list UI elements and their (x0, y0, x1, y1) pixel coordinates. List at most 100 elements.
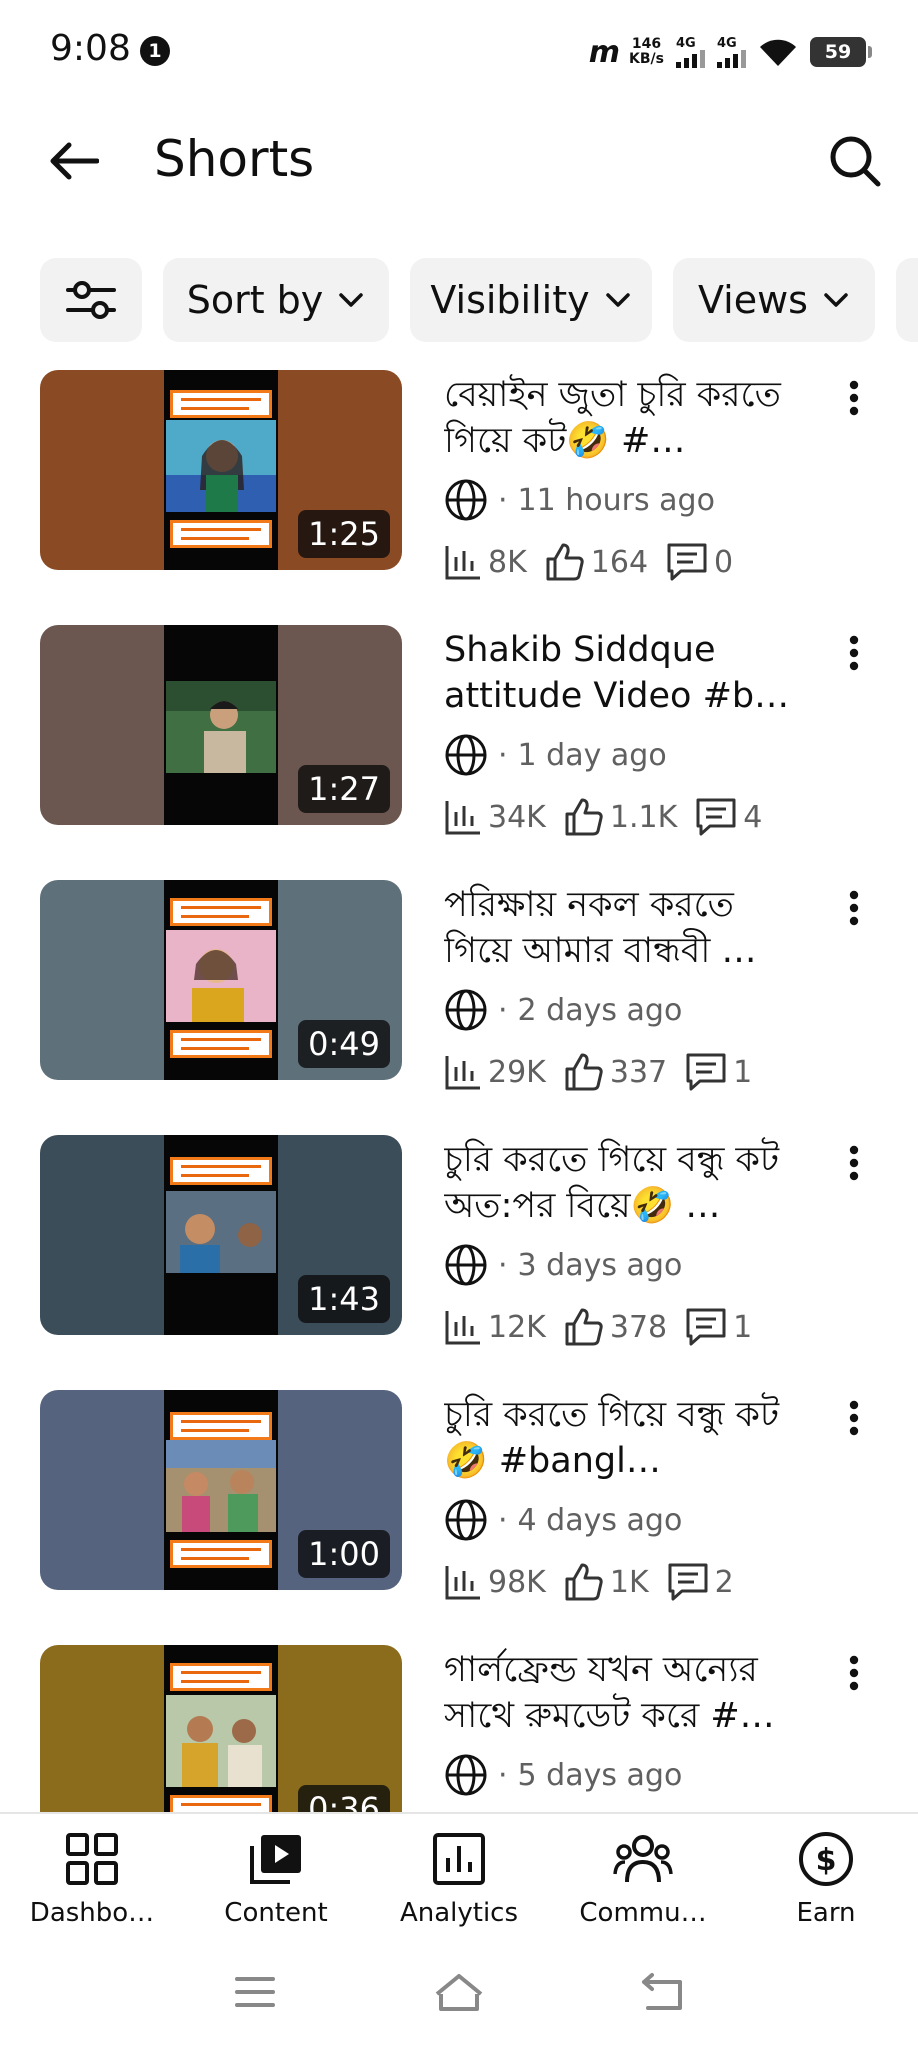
more-options-button[interactable] (834, 627, 874, 687)
video-meta: · 4 days ago (444, 1496, 682, 1544)
bar-chart-icon (445, 801, 480, 835)
search-button[interactable] (820, 126, 890, 196)
signal-type-label: 4G (717, 35, 737, 51)
likes-stat: 1K (564, 1562, 649, 1602)
network-operator-icon: m (588, 34, 620, 70)
video-age: 1 day ago (517, 737, 667, 773)
more-options-button[interactable] (834, 882, 874, 942)
nav-content[interactable]: Content (184, 1828, 368, 1938)
video-thumbnail[interactable]: 1:43 (40, 1135, 402, 1335)
system-back-button[interactable] (628, 1962, 698, 2022)
list-item[interactable]: 1:43 চুরি করতে গিয়ে বন্ধু কট অত:পর বিয়… (0, 1135, 918, 1390)
views-chip[interactable]: Views (673, 258, 875, 342)
video-title[interactable]: Shakib Siddque attitude Video #b… (444, 627, 790, 719)
views-count: 98K (488, 1564, 546, 1600)
nav-earn-label: Earn (796, 1898, 856, 1928)
video-title[interactable]: চুরি করতে গিয়ে বন্ধু কট 🤣 #bangl… (444, 1392, 790, 1484)
more-options-button[interactable] (834, 1392, 874, 1452)
more-filters-chip[interactable] (896, 258, 918, 342)
views-stat: 8K (444, 543, 527, 581)
globe-icon (445, 989, 487, 1031)
thumbs-up-icon (565, 1563, 603, 1601)
bottom-navigation: Dashbo… Content Analytics Commu… $ Earn (0, 1812, 918, 1942)
arrow-left-icon (50, 142, 99, 180)
video-meta: · 1 day ago (444, 731, 667, 779)
video-thumbnail[interactable]: 1:00 (40, 1390, 402, 1590)
comments-count: 1 (733, 1054, 753, 1090)
video-meta: · 5 days ago (444, 1751, 682, 1799)
menu-icon (235, 1977, 275, 2007)
views-count: 34K (488, 799, 546, 835)
video-title[interactable]: গার্লফ্রেন্ড যখন অন্যের সাথে রুমডেট করে … (444, 1647, 790, 1739)
video-duration: 0:36 (298, 1785, 390, 1812)
video-meta: · 11 hours ago (444, 476, 715, 524)
video-title[interactable]: চুরি করতে গিয়ে বন্ধু কট অত:পর বিয়ে🤣 … (444, 1137, 790, 1229)
video-stats: 98K 1K 2 (444, 1558, 752, 1606)
comments-stat: 0 (666, 542, 733, 582)
comment-icon (686, 1053, 726, 1091)
likes-count: 1.1K (609, 799, 678, 835)
video-stats: 34K 1.1K 4 (444, 793, 780, 841)
more-vertical-icon (849, 635, 859, 671)
comment-icon (696, 798, 736, 836)
dashboard-icon (66, 1833, 118, 1885)
thumbnail-frame (164, 1390, 278, 1590)
video-thumbnail[interactable]: 1:27 (40, 625, 402, 825)
system-menu-button[interactable] (220, 1962, 290, 2022)
comments-count: 4 (743, 799, 763, 835)
list-item[interactable]: 0:49 পরিক্ষায় নকল করতে গিয়ে আমার বান্ধ… (0, 880, 918, 1135)
thumbs-up-icon (546, 543, 584, 581)
system-navigation-bar (0, 1942, 918, 2046)
network-speed-unit: KB/s (629, 51, 664, 67)
chevron-down-icon (339, 293, 364, 307)
video-age: 5 days ago (517, 1757, 683, 1793)
likes-count: 337 (609, 1054, 668, 1090)
system-home-button[interactable] (424, 1962, 494, 2022)
likes-count: 378 (609, 1309, 668, 1345)
video-duration: 1:25 (298, 510, 390, 558)
thumbnail-frame (164, 370, 278, 570)
nav-earn[interactable]: $ Earn (734, 1828, 918, 1938)
sort-by-chip[interactable]: Sort by (163, 258, 389, 342)
thumbs-up-icon (565, 1053, 603, 1091)
nav-analytics[interactable]: Analytics (367, 1828, 551, 1938)
nav-community[interactable]: Commu… (551, 1828, 735, 1938)
more-options-button[interactable] (834, 1647, 874, 1707)
views-stat: 34K (444, 798, 546, 836)
nav-community-label: Commu… (579, 1898, 707, 1928)
globe-icon (445, 1499, 487, 1541)
video-meta: · 3 days ago (444, 1241, 682, 1289)
list-item[interactable]: 1:25 বেয়াইন জুতা চুরি করতে গিয়ে কট🤣 #…… (0, 370, 918, 625)
views-stat: 29K (444, 1053, 546, 1091)
video-thumbnail[interactable]: 0:36 (40, 1645, 402, 1812)
list-item[interactable]: 1:27 Shakib Siddque attitude Video #b… ·… (0, 625, 918, 880)
list-item[interactable]: 0:36 গার্লফ্রেন্ড যখন অন্যের সাথে রুমডেট… (0, 1645, 918, 1812)
thumbs-up-icon (565, 798, 603, 836)
video-duration: 1:00 (298, 1530, 390, 1578)
network-speed-value: 146 (631, 36, 662, 52)
more-options-button[interactable] (834, 1137, 874, 1197)
filter-settings-button[interactable] (40, 258, 142, 342)
more-options-button[interactable] (834, 372, 874, 432)
thumbnail-image (166, 930, 276, 1022)
earn-icon: $ (799, 1832, 853, 1886)
video-stats: 8K 164 0 (444, 538, 751, 586)
signal-icon: 4G (717, 37, 746, 68)
video-thumbnail[interactable]: 1:25 (40, 370, 402, 570)
video-title[interactable]: পরিক্ষায় নকল করতে গিয়ে আমার বান্ধবী … (444, 882, 790, 974)
video-stats: 12K 378 1 (444, 1303, 770, 1351)
video-age: 3 days ago (517, 1247, 683, 1283)
comments-stat: 1 (685, 1307, 752, 1347)
nav-dashboard[interactable]: Dashbo… (0, 1828, 184, 1938)
more-vertical-icon (849, 380, 859, 416)
thumbnail-image (166, 1695, 276, 1787)
more-vertical-icon (849, 1145, 859, 1181)
comments-count: 0 (714, 544, 734, 580)
back-button[interactable] (38, 126, 108, 196)
video-thumbnail[interactable]: 0:49 (40, 880, 402, 1080)
visibility-chip[interactable]: Visibility (410, 258, 652, 342)
thumbnail-image (166, 681, 276, 773)
likes-stat: 337 (564, 1052, 667, 1092)
video-title[interactable]: বেয়াইন জুতা চুরি করতে গিয়ে কট🤣 #… (444, 372, 790, 464)
list-item[interactable]: 1:00 চুরি করতে গিয়ে বন্ধু কট 🤣 #bangl… … (0, 1390, 918, 1645)
